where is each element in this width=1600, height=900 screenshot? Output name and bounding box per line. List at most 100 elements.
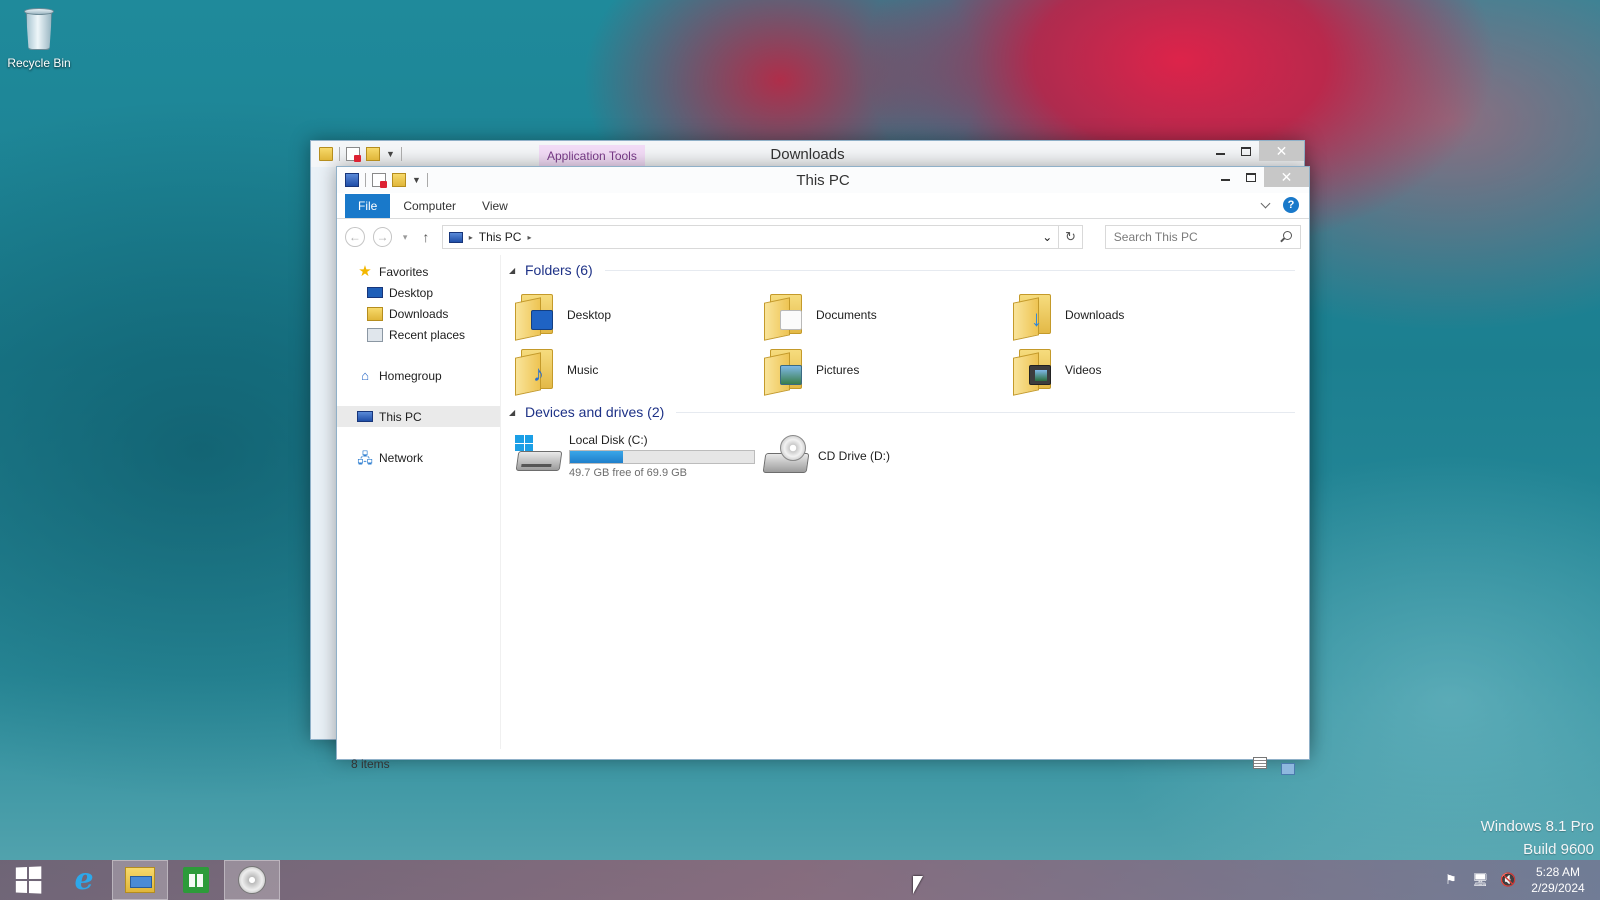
recycle-bin-icon xyxy=(22,6,56,52)
recent-places-icon xyxy=(367,327,383,342)
address-bar[interactable]: ▸ This PC ▸ ⌄ xyxy=(441,225,1060,249)
maximize-button[interactable] xyxy=(1238,167,1264,187)
status-bar: 8 items xyxy=(337,749,1309,779)
desktop-folder-icon xyxy=(515,292,557,341)
folder-downloads[interactable]: Downloads xyxy=(1013,287,1262,342)
large-icons-view-icon[interactable] xyxy=(1281,763,1295,775)
nav-label: Desktop xyxy=(389,285,434,300)
nav-favorites[interactable]: ★ Favorites xyxy=(337,261,500,282)
quick-access-toolbar: ▼ xyxy=(311,147,402,162)
volume-muted-icon[interactable]: 🔇 xyxy=(1500,872,1516,888)
nav-desktop[interactable]: Desktop xyxy=(337,282,500,303)
folder-icon xyxy=(319,147,333,161)
devices-group-header[interactable]: ◢ Devices and drives (2) xyxy=(509,401,1299,423)
nav-downloads[interactable]: Downloads xyxy=(337,303,500,324)
up-button[interactable]: ↑ xyxy=(418,229,434,245)
taskbar-store[interactable] xyxy=(168,860,224,900)
downloads-icon xyxy=(367,306,383,321)
windows-watermark: Windows 8.1 Pro Build 9600 xyxy=(1480,818,1594,858)
mouse-cursor-icon xyxy=(913,876,923,894)
clock[interactable]: 5:28 AM 2/29/2024 xyxy=(1528,864,1588,896)
drive-name: Local Disk (C:) xyxy=(569,433,648,447)
tab-file[interactable]: File xyxy=(345,194,391,218)
drive-usage-bar xyxy=(569,450,755,464)
star-icon: ★ xyxy=(358,262,372,280)
collapse-icon[interactable]: ◢ xyxy=(509,408,519,417)
nav-homegroup[interactable]: ⌂ Homegroup xyxy=(337,365,500,386)
navigation-bar: ← → ▾ ↑ ▸ This PC ▸ ⌄ ↻ xyxy=(337,219,1309,255)
folder-music[interactable]: Music xyxy=(515,342,764,397)
folders-list: Desktop Documents Downloads Music Pictur… xyxy=(515,287,1299,397)
downloads-folder-icon xyxy=(1013,292,1055,341)
breadcrumb-this-pc[interactable]: This PC xyxy=(479,230,522,244)
start-icon xyxy=(15,866,42,894)
taskbar-file-explorer[interactable] xyxy=(112,860,168,900)
drive-name: CD Drive (D:) xyxy=(818,449,890,463)
help-icon[interactable]: ? xyxy=(1283,197,1299,213)
properties-icon[interactable] xyxy=(372,173,387,188)
search-input[interactable] xyxy=(1113,230,1274,244)
customize-qat-icon[interactable]: ▼ xyxy=(386,149,395,159)
folder-pictures[interactable]: Pictures xyxy=(764,342,1013,397)
close-button[interactable]: ✕ xyxy=(1264,167,1309,187)
nav-recent-places[interactable]: Recent places xyxy=(337,324,500,345)
network-icon: 🖧 xyxy=(357,449,373,466)
folder-desktop[interactable]: Desktop xyxy=(515,287,764,342)
navigation-pane: ★ Favorites Desktop Downloads Recent pla… xyxy=(337,255,501,749)
nav-this-pc[interactable]: This PC xyxy=(337,406,500,427)
nav-network[interactable]: 🖧 Network xyxy=(337,447,500,468)
search-box[interactable] xyxy=(1104,225,1301,249)
window-title: This PC xyxy=(796,171,850,189)
drives-list: Local Disk (C:) 49.7 GB free of 69.9 GB … xyxy=(515,431,1299,481)
network-status-icon[interactable]: 🖥 xyxy=(1472,872,1489,888)
new-folder-icon[interactable] xyxy=(392,173,406,187)
back-button[interactable]: ← xyxy=(345,227,365,247)
this-pc-titlebar[interactable]: ▼ This PC ✕ xyxy=(337,167,1309,193)
forward-button[interactable]: → xyxy=(372,227,393,247)
customize-qat-icon[interactable]: ▼ xyxy=(412,175,421,185)
nav-label: This PC xyxy=(379,409,422,424)
collapse-icon[interactable]: ◢ xyxy=(509,266,519,275)
recycle-bin-shortcut[interactable]: Recycle Bin xyxy=(4,6,74,70)
this-pc-window[interactable]: ▼ This PC ✕ File Computer View ? ← → ▾ ↑… xyxy=(336,166,1310,775)
details-view-icon[interactable] xyxy=(1253,757,1267,769)
taskbar-cd-app[interactable] xyxy=(224,860,280,900)
search-icon[interactable] xyxy=(1282,231,1292,240)
minimize-button[interactable] xyxy=(1207,141,1233,161)
folders-group-header[interactable]: ◢ Folders (6) xyxy=(509,259,1299,281)
content-area: ★ Favorites Desktop Downloads Recent pla… xyxy=(337,255,1309,749)
this-pc-icon xyxy=(345,173,359,187)
drive-cd-d[interactable]: CD Drive (D:) xyxy=(762,431,1013,481)
drive-free-space: 49.7 GB free of 69.9 GB xyxy=(569,467,688,479)
cd-app-icon xyxy=(238,866,266,894)
store-icon xyxy=(183,867,209,893)
desktop-icon xyxy=(367,287,383,298)
taskbar: e ⚑ 🖥 🔇 5:28 AM 2/29/2024 xyxy=(0,860,1600,900)
application-tools-tab[interactable]: Application Tools xyxy=(539,145,645,167)
downloads-titlebar[interactable]: ▼ Application Tools Downloads ✕ xyxy=(311,141,1304,167)
drive-local-disk-c[interactable]: Local Disk (C:) 49.7 GB free of 69.9 GB xyxy=(515,431,764,481)
expand-ribbon-icon[interactable] xyxy=(1261,200,1271,210)
recent-locations-button[interactable]: ▾ xyxy=(400,232,410,243)
start-button[interactable] xyxy=(0,860,56,900)
minimize-button[interactable] xyxy=(1212,167,1238,187)
maximize-button[interactable] xyxy=(1233,141,1259,161)
videos-folder-icon xyxy=(1013,347,1055,396)
pictures-folder-icon xyxy=(764,347,806,396)
folder-videos[interactable]: Videos xyxy=(1013,342,1262,397)
tab-view[interactable]: View xyxy=(469,194,521,218)
new-folder-icon[interactable] xyxy=(366,147,380,161)
properties-icon[interactable] xyxy=(346,147,361,162)
folder-documents[interactable]: Documents xyxy=(764,287,1013,342)
tab-computer[interactable]: Computer xyxy=(390,194,469,218)
action-center-flag-icon[interactable]: ⚑ xyxy=(1444,872,1458,888)
internet-explorer-icon: e xyxy=(74,862,94,897)
nav-label: Favorites xyxy=(379,264,429,279)
refresh-button[interactable]: ↻ xyxy=(1059,225,1083,249)
breadcrumb-arrow-icon[interactable]: ▸ xyxy=(469,233,473,242)
taskbar-internet-explorer[interactable]: e xyxy=(56,860,112,900)
breadcrumb-arrow-icon[interactable]: ▸ xyxy=(527,233,531,242)
close-button[interactable]: ✕ xyxy=(1259,141,1304,161)
recycle-bin-label: Recycle Bin xyxy=(7,56,71,70)
address-dropdown-icon[interactable]: ⌄ xyxy=(1042,230,1052,244)
